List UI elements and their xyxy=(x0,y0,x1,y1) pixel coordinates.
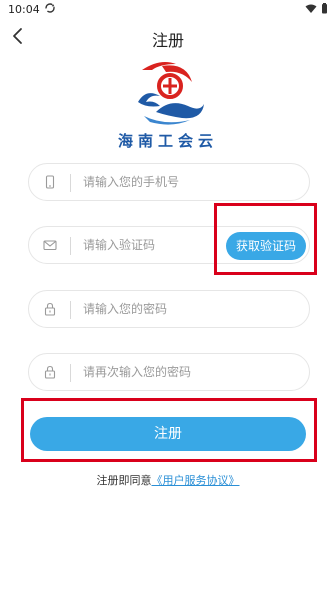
field-divider xyxy=(70,174,71,192)
nav-bar: 注册 xyxy=(0,22,336,54)
phone-input[interactable] xyxy=(83,173,243,191)
confirm-password-input[interactable] xyxy=(83,363,243,381)
status-icons xyxy=(305,3,328,14)
phone-icon xyxy=(45,175,55,189)
lock-icon xyxy=(44,365,56,379)
highlight-box-get-code xyxy=(214,203,317,275)
field-divider xyxy=(70,301,71,319)
app-logo xyxy=(138,62,204,125)
lock-icon xyxy=(44,302,56,316)
agreement-line: 注册即同意《用户服务协议》 xyxy=(0,472,336,488)
password-input[interactable] xyxy=(83,300,243,318)
logo-text: 海南工会云 xyxy=(117,132,218,150)
envelope-icon xyxy=(43,240,57,251)
user-agreement-link[interactable]: 《用户服务协议》 xyxy=(152,474,240,487)
wifi-icon xyxy=(305,4,317,13)
password-field[interactable] xyxy=(28,290,310,328)
agreement-prefix: 注册即同意 xyxy=(96,474,152,487)
field-divider xyxy=(70,364,71,382)
battery-icon xyxy=(322,3,327,14)
status-time: 10:04 xyxy=(8,3,40,16)
sync-icon xyxy=(45,3,55,13)
page-title: 注册 xyxy=(151,31,184,50)
status-bar: 10:04 xyxy=(0,0,336,18)
field-divider xyxy=(70,237,71,255)
highlight-box-register xyxy=(21,398,317,462)
confirm-password-field[interactable] xyxy=(28,353,310,391)
phone-field[interactable] xyxy=(28,163,310,201)
